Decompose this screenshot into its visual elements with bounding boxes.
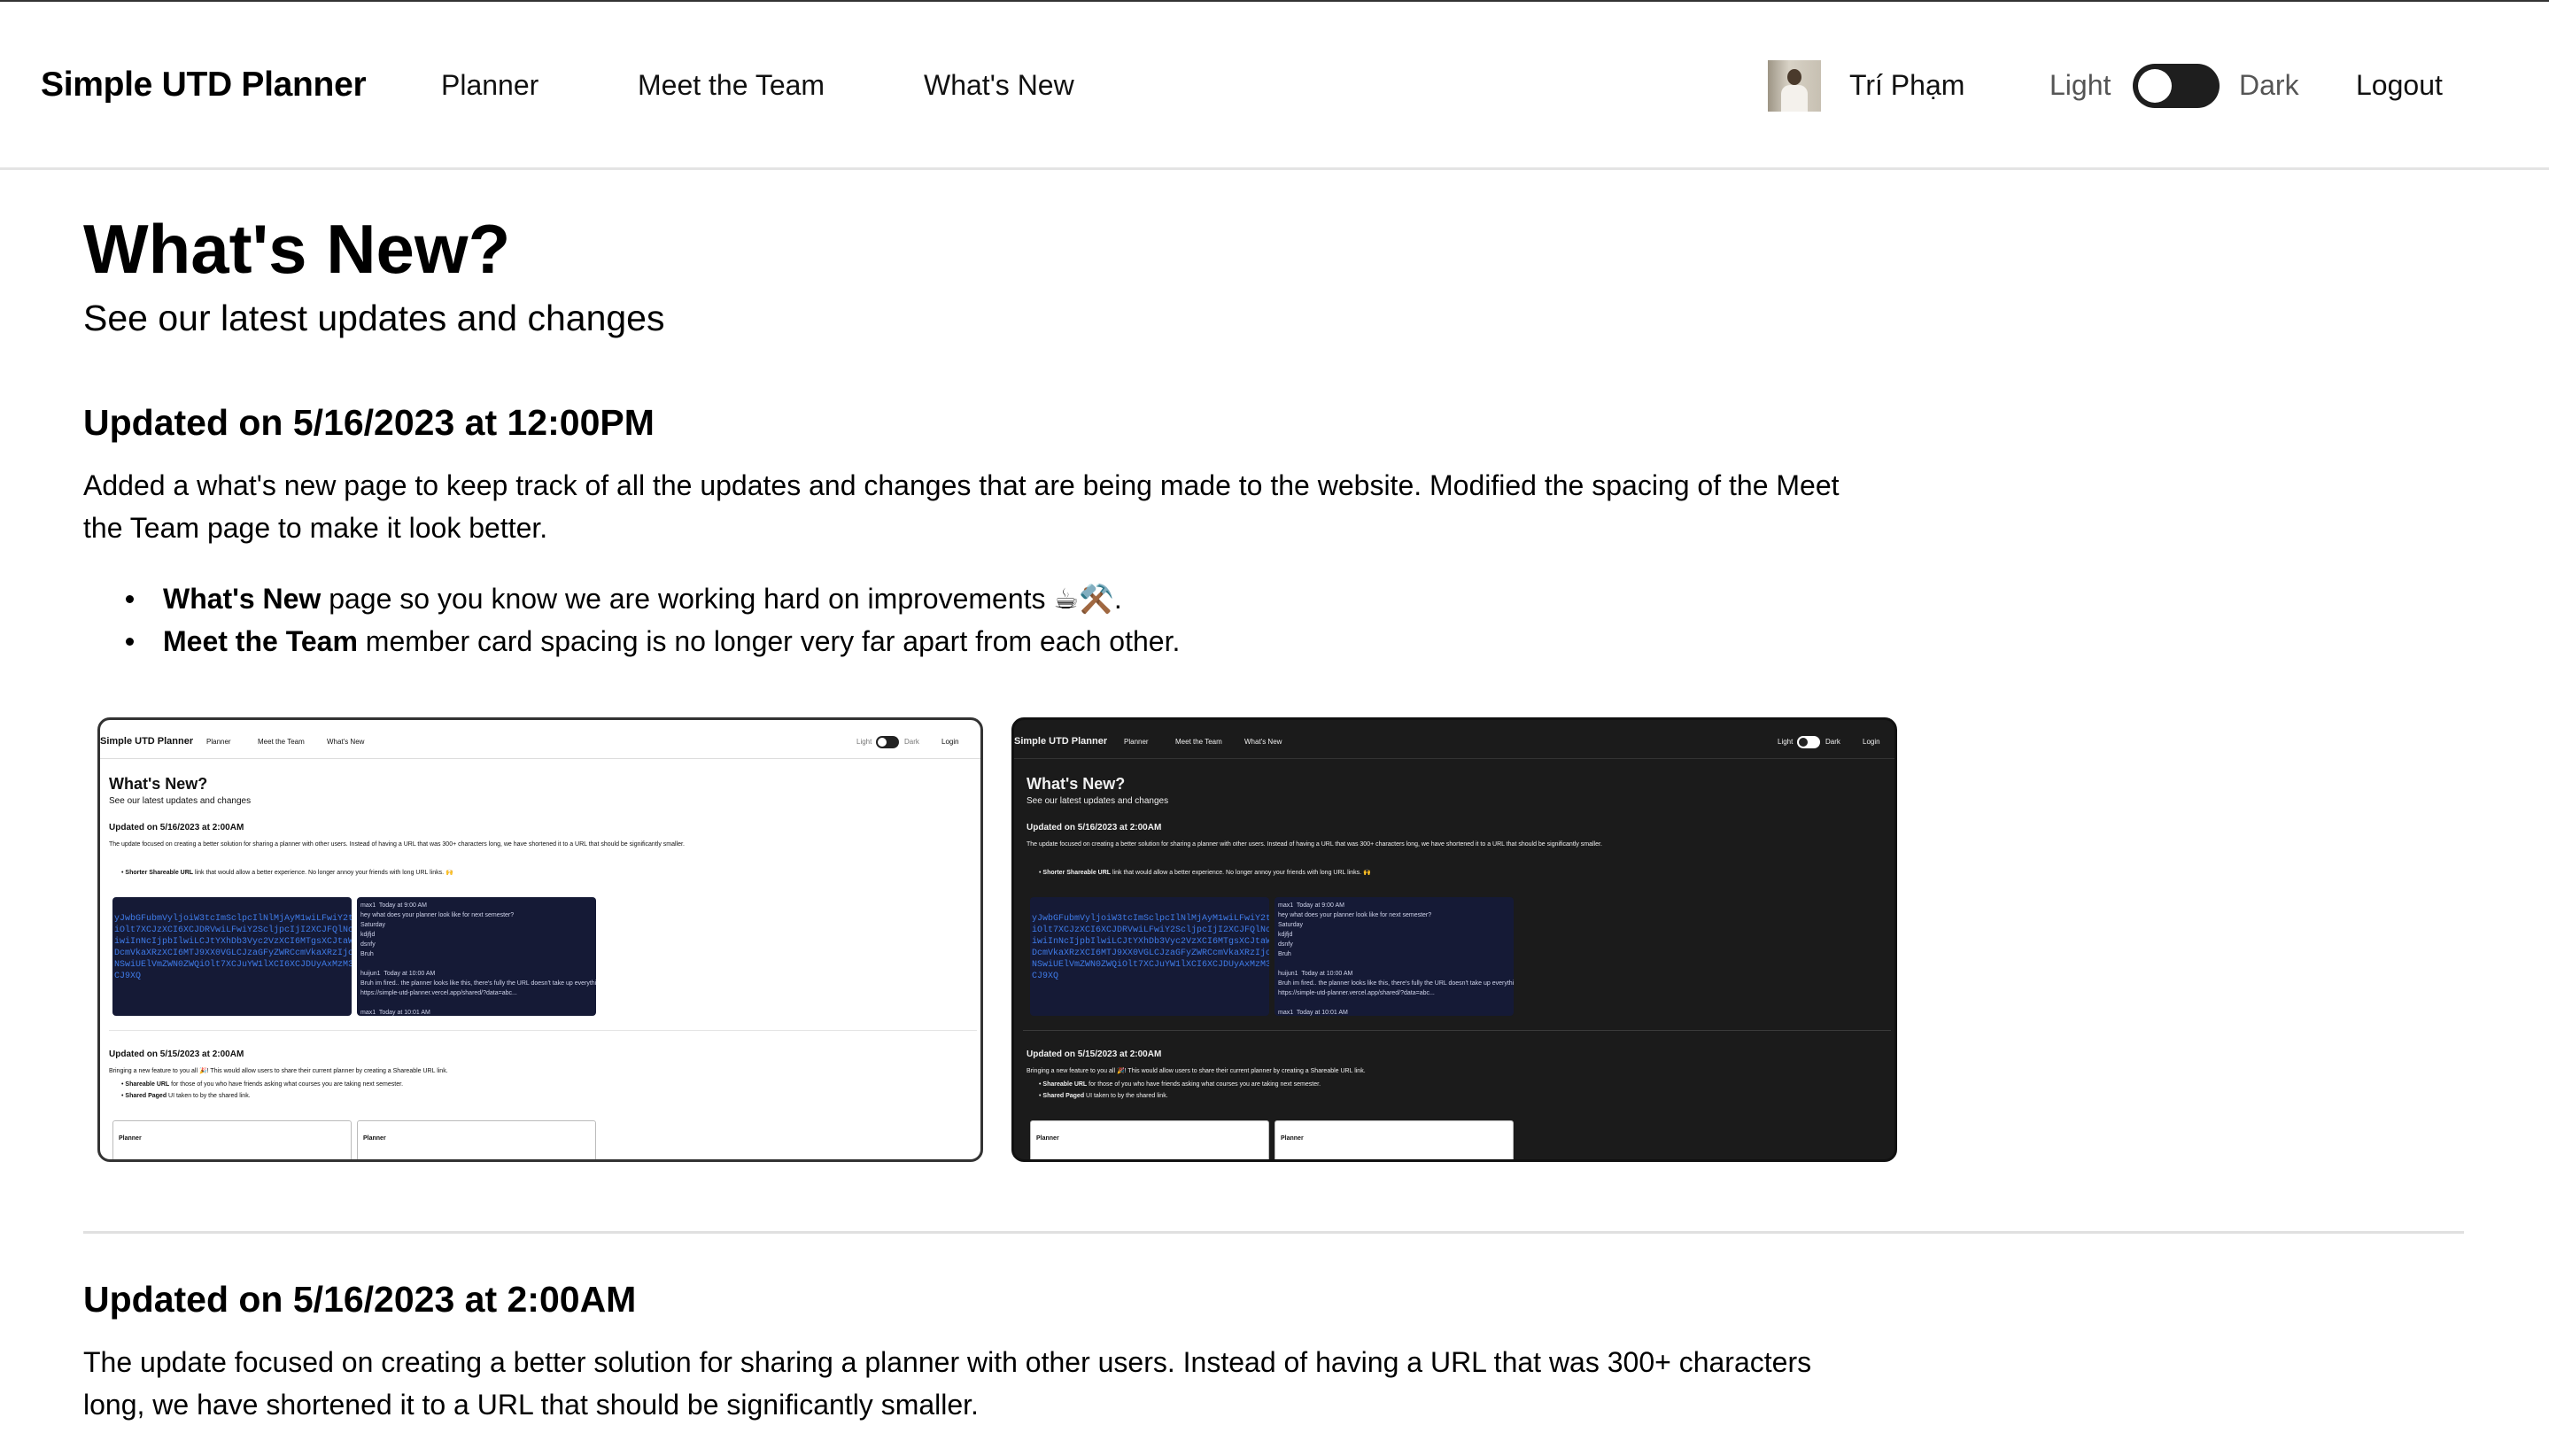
nav-link-meet-the-team[interactable]: Meet the Team: [638, 69, 825, 102]
section-divider: [83, 1231, 2464, 1234]
logout-link[interactable]: Logout: [2356, 69, 2443, 102]
bullet-bold: Meet the Team: [163, 625, 358, 657]
theme-toggle-knob: [2138, 69, 2172, 103]
bullet-bold: What's New: [163, 583, 322, 615]
update-description: The update focused on creating a better …: [83, 1346, 1812, 1421]
top-navbar: Simple UTD Planner Planner Meet the Team…: [0, 2, 2549, 170]
user-avatar[interactable]: [1768, 60, 1821, 112]
nav-link-planner[interactable]: Planner: [441, 69, 538, 102]
update-heading: Updated on 5/16/2023 at 12:00PM: [83, 402, 655, 443]
screenshot-light-mode: Simple UTD Planner Planner Meet the Team…: [97, 717, 983, 1162]
page-title: What's New?: [83, 210, 511, 288]
list-item: What's New page so you know we are worki…: [126, 577, 1180, 620]
theme-dark-label: Dark: [2239, 69, 2299, 101]
update-bullet-list: What's New page so you know we are worki…: [126, 577, 1180, 662]
update-heading: Updated on 5/16/2023 at 2:00AM: [83, 1279, 637, 1320]
bullet-text: member card spacing is no longer very fa…: [357, 625, 1181, 657]
theme-light-label: Light: [2049, 69, 2111, 101]
screenshot-dark-mode: Simple UTD Planner Planner Meet the Team…: [1011, 717, 1897, 1162]
user-name[interactable]: Trí Phạm: [1849, 69, 1964, 102]
page-subtitle: See our latest updates and changes: [83, 298, 665, 338]
bullet-text: page so you know we are working hard on …: [321, 583, 1122, 615]
theme-toggle[interactable]: [2133, 64, 2220, 108]
brand-logo-text[interactable]: Simple UTD Planner: [41, 66, 367, 105]
nav-link-whats-new[interactable]: What's New: [924, 69, 1074, 102]
list-item: Meet the Team member card spacing is no …: [126, 620, 1180, 662]
update-description: Added a what's new page to keep track of…: [83, 469, 1840, 544]
